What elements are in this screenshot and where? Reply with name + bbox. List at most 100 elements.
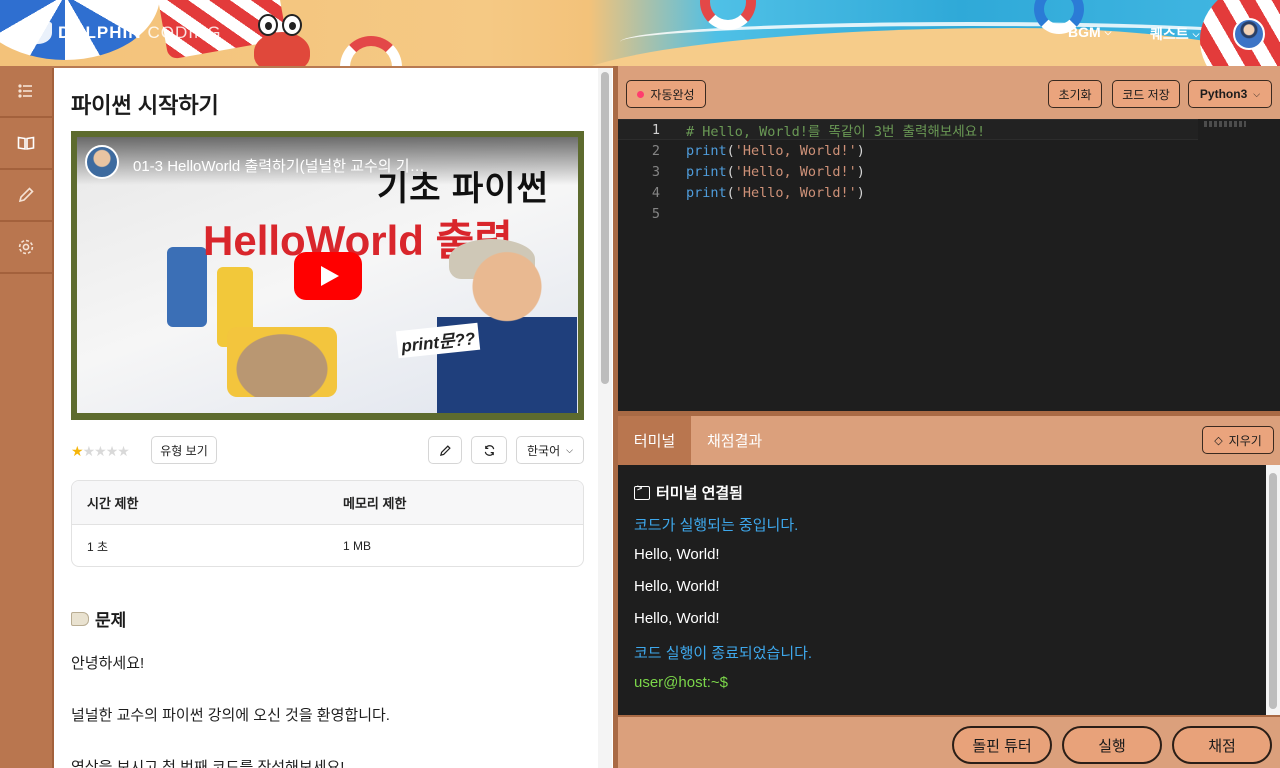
terminal-line: Hello, World!	[634, 546, 720, 563]
language-version-value: Python3	[1199, 87, 1248, 101]
autocomplete-toggle[interactable]: 자동완성	[626, 80, 706, 108]
language-version-select[interactable]: Python3 ⌵	[1188, 80, 1272, 108]
nav-bgm-label: BGM	[1068, 24, 1101, 40]
code-line[interactable]: 3 print('Hello, World!')	[618, 161, 1198, 182]
lecture-video-embed[interactable]: 기초 파이썬 HelloWorld 출력 print문?? 01-3 Hello…	[71, 131, 584, 420]
difficulty-rating: ★ ★ ★ ★ ★	[71, 443, 130, 460]
terminal-output[interactable]: 터미널 연결됨 코드가 실행되는 중입니다. Hello, World! Hel…	[618, 465, 1266, 715]
action-bar: 돌핀 튜터 실행 채점	[618, 715, 1280, 768]
problem-meta-row: ★ ★ ★ ★ ★ 유형 보기 한국어 ⌵	[71, 436, 584, 464]
language-select-value: 한국어	[527, 443, 561, 458]
code-string: 'Hello, World!'	[734, 163, 857, 180]
code-editor[interactable]: 1 # Hello, World!를 똑같이 3번 출력해보세요! 2 prin…	[618, 119, 1280, 411]
code-paren: )	[856, 163, 865, 180]
grade-button[interactable]: 채점	[1172, 726, 1272, 764]
time-limit-header: 시간 제한	[87, 496, 139, 511]
language-select[interactable]: 한국어 ⌵	[516, 436, 584, 464]
terminal-prompt[interactable]: user@host:~$	[634, 674, 728, 691]
code-line[interactable]: 5	[618, 203, 1198, 224]
code-function: print	[686, 163, 727, 180]
save-code-button[interactable]: 코드 저장	[1112, 80, 1180, 108]
nav-quest-label: 퀘스트	[1150, 26, 1189, 42]
rail-settings-button[interactable]	[0, 222, 52, 274]
code-paren: )	[856, 184, 865, 201]
clear-terminal-button[interactable]: ◇ 지우기	[1202, 426, 1274, 454]
dolphin-logo-icon	[24, 22, 52, 44]
code-paren: (	[726, 142, 735, 159]
eraser-icon: ◇	[1214, 434, 1223, 447]
star-filled-icon: ★	[71, 443, 84, 459]
swim-ring-icon	[340, 36, 402, 66]
code-minimap[interactable]	[1204, 121, 1246, 127]
star-empty-icon: ★	[117, 443, 130, 459]
book-icon	[17, 136, 35, 150]
line-number: 4	[651, 184, 660, 201]
code-paren: (	[726, 184, 735, 201]
status-dot-icon	[637, 90, 645, 98]
problem-scrollbar[interactable]	[598, 68, 612, 768]
code-comment: # Hello, World!를 똑같이 3번 출력해보세요!	[686, 123, 986, 140]
chevron-down-icon: ⌵	[566, 444, 573, 455]
star-empty-icon: ★	[94, 443, 107, 459]
terminal-line: Hello, World!	[634, 578, 720, 595]
play-icon[interactable]	[294, 252, 362, 300]
problem-panel: 파이썬 시작하기 기초 파이썬 HelloWorld 출력 print문?? 0…	[52, 68, 613, 768]
view-type-button[interactable]: 유형 보기	[151, 436, 217, 464]
rail-book-button[interactable]	[0, 118, 52, 170]
run-button[interactable]: 실행	[1062, 726, 1162, 764]
user-avatar[interactable]	[1233, 18, 1265, 50]
line-number: 1	[651, 121, 660, 138]
star-empty-icon: ★	[105, 443, 119, 459]
edit-button[interactable]	[428, 436, 462, 464]
nav-bgm-dropdown[interactable]: BGM ⌵	[1068, 24, 1112, 40]
nav-quest-dropdown[interactable]: 퀘스트 ⌵	[1150, 24, 1199, 44]
code-line[interactable]: 4 print('Hello, World!')	[618, 182, 1198, 203]
clear-label: 지우기	[1228, 433, 1262, 448]
problem-paragraph: 영상을 보시고 첫 번째 코드를 작성해보세요!	[71, 759, 345, 768]
pencil-icon	[18, 187, 34, 203]
problem-section-heading: 문제	[71, 606, 126, 631]
scrollbar-thumb[interactable]	[601, 72, 609, 384]
gear-icon	[18, 239, 34, 255]
terminal-line: 터미널 연결됨	[634, 482, 743, 503]
pencil-icon	[439, 444, 451, 456]
tab-terminal[interactable]: 터미널	[618, 416, 691, 465]
top-header: DOLPHIN CODING BGM ⌵ 퀘스트 ⌵	[0, 0, 1280, 66]
crab-mascot-icon	[240, 6, 324, 66]
channel-avatar[interactable]	[85, 145, 119, 179]
memory-limit-header: 메모리 제한	[343, 496, 407, 511]
line-number: 2	[651, 142, 660, 159]
dolphin-tutor-button[interactable]: 돌핀 튜터	[952, 726, 1052, 764]
terminal-icon	[634, 483, 650, 500]
terminal-connected-text: 터미널 연결됨	[656, 485, 743, 502]
code-line[interactable]: 1 # Hello, World!를 똑같이 3번 출력해보세요!	[618, 119, 1198, 140]
refresh-button[interactable]	[471, 436, 507, 464]
rail-list-button[interactable]	[0, 66, 52, 118]
code-line[interactable]: 2 print('Hello, World!')	[618, 140, 1198, 161]
logo-main-text: DOLPHIN	[58, 23, 142, 42]
line-number: 3	[651, 163, 660, 180]
chevron-down-icon: ⌵	[1253, 88, 1261, 99]
chevron-down-icon: ⌵	[1104, 26, 1112, 37]
swim-ring-icon	[700, 0, 756, 30]
site-logo[interactable]: DOLPHIN CODING	[24, 22, 222, 44]
limits-table: 시간 제한 메모리 제한 1 초 1 MB	[71, 480, 584, 567]
code-paren: )	[856, 142, 865, 159]
terminal-scrollbar[interactable]	[1266, 465, 1280, 715]
table-row: 1 초 1 MB	[72, 525, 583, 566]
rail-pencil-button[interactable]	[0, 170, 52, 222]
video-title[interactable]: 01-3 HelloWorld 출력하기(널널한 교수의 기초 파이...	[133, 155, 433, 176]
logo-sub-text: CODING	[147, 23, 222, 42]
scroll-icon	[71, 611, 89, 626]
list-icon	[18, 84, 32, 98]
scrollbar-thumb[interactable]	[1269, 473, 1277, 709]
tab-grading-result[interactable]: 채점결과	[707, 416, 762, 465]
editor-toolbar: 자동완성 초기화 코드 저장 Python3 ⌵	[618, 66, 1280, 119]
star-empty-icon: ★	[82, 443, 96, 459]
code-string: 'Hello, World!'	[734, 142, 857, 159]
code-function: print	[686, 184, 727, 201]
reset-button[interactable]: 초기화	[1048, 80, 1102, 108]
problem-paragraph: 안녕하세요!	[71, 655, 145, 672]
time-limit-value: 1 초	[87, 539, 109, 554]
cat-illustration	[227, 327, 337, 397]
